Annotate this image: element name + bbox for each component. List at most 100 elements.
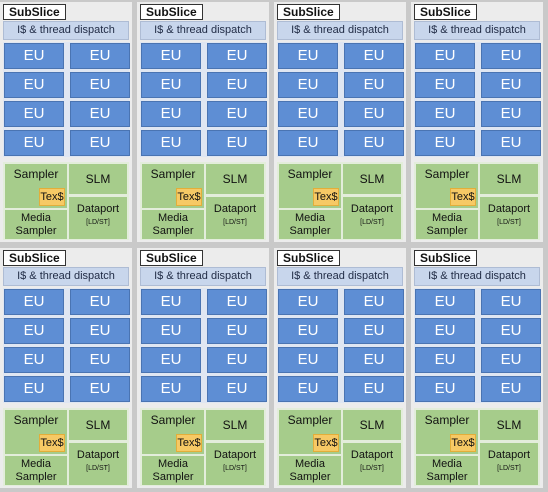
dataport-label: Dataport [213, 449, 257, 461]
eu-block: EU [141, 43, 201, 69]
eu-block: EU [415, 289, 475, 315]
eu-block: EU [344, 130, 404, 156]
instruction-cache-dispatch: I$ & thread dispatch [414, 21, 540, 40]
texture-memory-area: Sampler Tex$ Media Sampler SLM Dataport [LD/S… [277, 162, 403, 240]
dataport-label: Dataport [76, 449, 120, 461]
instruction-cache-dispatch: I$ & thread dispatch [140, 267, 266, 286]
eu-block: EU [141, 130, 201, 156]
subslice: SubSlice I$ & thread dispatch EU EU EU EU EU EU… [0, 248, 132, 488]
eu-block: EU [278, 72, 338, 98]
sampler-label: Sampler [13, 413, 59, 427]
eu-block: EU [278, 376, 338, 402]
texture-memory-area: Sampler Tex$ Media Sampler SLM Dataport [LD/S… [3, 408, 129, 486]
texture-memory-area: Sampler Tex$ Media Sampler SLM Dataport [LD/S… [3, 162, 129, 240]
eu-block: EU [4, 43, 64, 69]
eu-array: EU EU EU EU EU EU EU EU [414, 288, 541, 403]
slm-block: SLM [343, 410, 401, 440]
tex-cache: Tex$ [176, 188, 202, 206]
subslice: SubSlice I$ & thread dispatch EU EU EU EU EU EU… [274, 248, 406, 488]
eu-array: EU EU EU EU EU EU EU EU [3, 42, 130, 157]
eu-block: EU [278, 347, 338, 373]
eu-block: EU [4, 130, 64, 156]
eu-block: EU [278, 101, 338, 127]
tex-cache: Tex$ [39, 434, 65, 452]
dataport-sublabel: [LD/ST] [360, 219, 384, 226]
sampler-block: Sampler Tex$ [416, 410, 478, 454]
eu-block: EU [70, 289, 130, 315]
eu-block: EU [344, 318, 404, 344]
subslice-title: SubSlice [140, 250, 203, 266]
eu-block: EU [141, 72, 201, 98]
eu-array: EU EU EU EU EU EU EU EU [140, 288, 267, 403]
slm-block: SLM [343, 164, 401, 194]
sampler-block: Sampler Tex$ [142, 164, 204, 208]
subslice: SubSlice I$ & thread dispatch EU EU EU EU EU EU… [137, 248, 269, 488]
subslice: SubSlice I$ & thread dispatch EU EU EU EU EU EU… [411, 248, 543, 488]
eu-block: EU [415, 72, 475, 98]
subslice: SubSlice I$ & thread dispatch EU EU EU EU EU EU… [411, 2, 543, 242]
eu-block: EU [415, 130, 475, 156]
dataport-block: Dataport [LD/ST] [343, 197, 401, 239]
dataport-sublabel: [LD/ST] [497, 219, 521, 226]
eu-block: EU [70, 318, 130, 344]
dataport-block: Dataport [LD/ST] [480, 443, 538, 485]
eu-block: EU [70, 72, 130, 98]
eu-block: EU [4, 289, 64, 315]
texture-memory-area: Sampler Tex$ Media Sampler SLM Dataport [LD/S… [277, 408, 403, 486]
dataport-sublabel: [LD/ST] [86, 219, 110, 226]
eu-block: EU [278, 318, 338, 344]
tex-cache: Tex$ [450, 434, 476, 452]
eu-block: EU [4, 101, 64, 127]
eu-block: EU [278, 130, 338, 156]
eu-block: EU [481, 347, 541, 373]
eu-block: EU [70, 101, 130, 127]
dataport-sublabel: [LD/ST] [86, 465, 110, 472]
dataport-label: Dataport [487, 449, 531, 461]
media-sampler: Media Sampler [279, 210, 341, 239]
eu-block: EU [344, 289, 404, 315]
dataport-block: Dataport [LD/ST] [343, 443, 401, 485]
dataport-label: Dataport [76, 203, 120, 215]
instruction-cache-dispatch: I$ & thread dispatch [140, 21, 266, 40]
sampler-block: Sampler Tex$ [279, 410, 341, 454]
eu-block: EU [344, 72, 404, 98]
media-sampler: Media Sampler [416, 210, 478, 239]
dataport-label: Dataport [213, 203, 257, 215]
media-sampler: Media Sampler [5, 210, 67, 239]
eu-block: EU [70, 43, 130, 69]
eu-block: EU [4, 347, 64, 373]
subslice-title: SubSlice [277, 4, 340, 20]
instruction-cache-dispatch: I$ & thread dispatch [277, 267, 403, 286]
dataport-block: Dataport [LD/ST] [69, 443, 127, 485]
dataport-block: Dataport [LD/ST] [69, 197, 127, 239]
eu-block: EU [141, 101, 201, 127]
texture-memory-area: Sampler Tex$ Media Sampler SLM Dataport [LD/S… [140, 162, 266, 240]
sampler-label: Sampler [150, 167, 196, 181]
slm-block: SLM [206, 410, 264, 440]
eu-block: EU [207, 43, 267, 69]
dataport-label: Dataport [350, 449, 394, 461]
tex-cache: Tex$ [39, 188, 65, 206]
eu-block: EU [481, 130, 541, 156]
sampler-block: Sampler Tex$ [5, 410, 67, 454]
eu-block: EU [415, 318, 475, 344]
eu-array: EU EU EU EU EU EU EU EU [277, 42, 404, 157]
eu-block: EU [344, 376, 404, 402]
eu-block: EU [344, 347, 404, 373]
instruction-cache-dispatch: I$ & thread dispatch [414, 267, 540, 286]
eu-block: EU [207, 376, 267, 402]
eu-block: EU [415, 43, 475, 69]
eu-array: EU EU EU EU EU EU EU EU [140, 42, 267, 157]
texture-memory-area: Sampler Tex$ Media Sampler SLM Dataport [LD/S… [414, 408, 540, 486]
eu-block: EU [4, 72, 64, 98]
eu-block: EU [207, 318, 267, 344]
dataport-sublabel: [LD/ST] [497, 465, 521, 472]
eu-block: EU [207, 289, 267, 315]
subslice: SubSlice I$ & thread dispatch EU EU EU EU EU EU… [274, 2, 406, 242]
eu-block: EU [70, 347, 130, 373]
tex-cache: Tex$ [313, 434, 339, 452]
subslice-title: SubSlice [414, 4, 477, 20]
subslice-title: SubSlice [140, 4, 203, 20]
sampler-label: Sampler [287, 413, 333, 427]
sampler-label: Sampler [424, 413, 470, 427]
